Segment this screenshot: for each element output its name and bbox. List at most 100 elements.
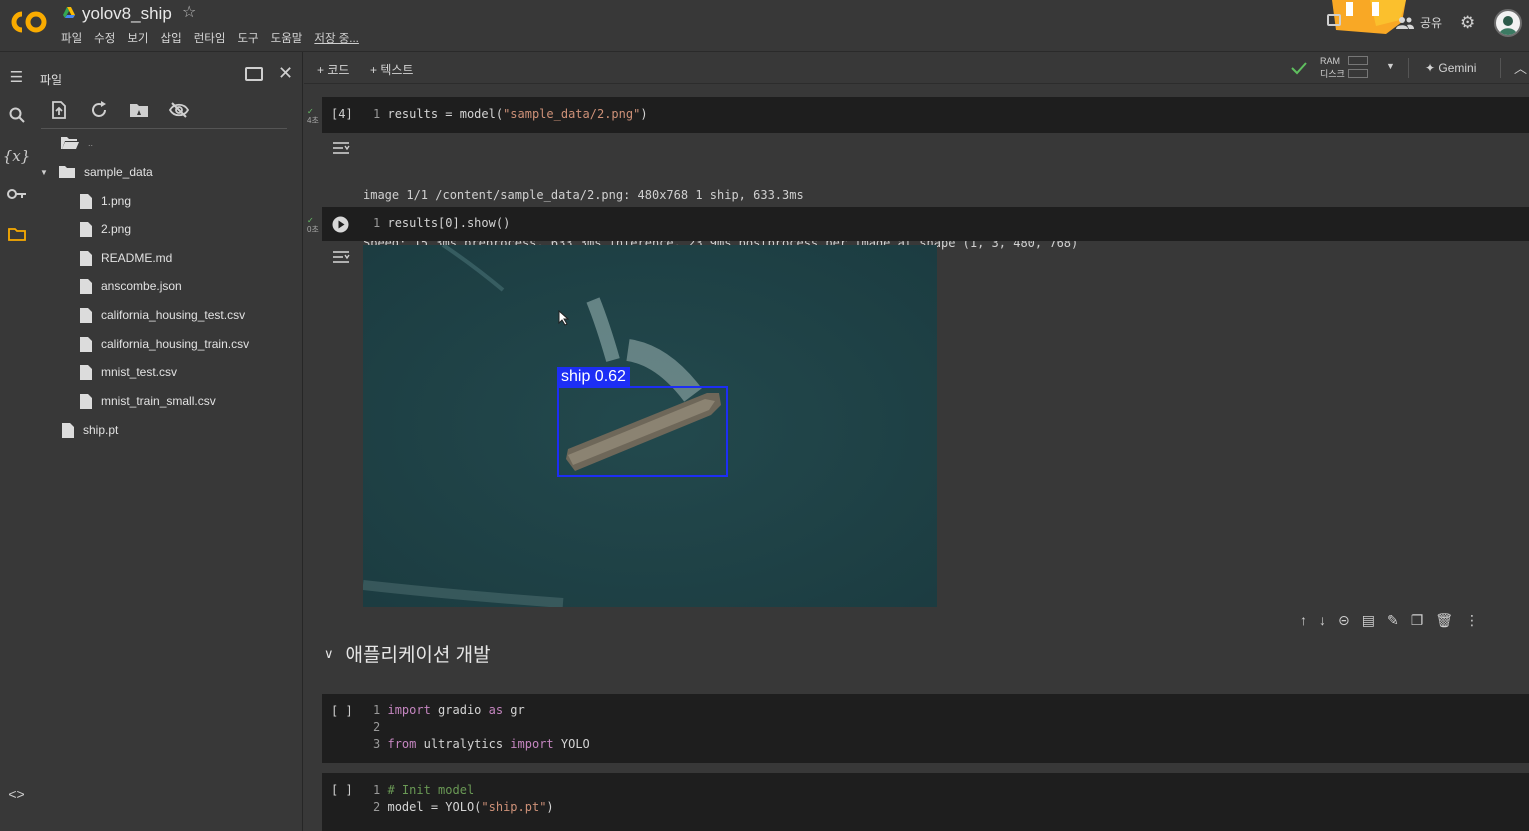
toc-icon[interactable]: ☰ (0, 68, 33, 86)
code-line[interactable]: 2 (373, 719, 380, 736)
tree-label: ship.pt (83, 423, 119, 437)
run-status: ✓ 4초 (307, 107, 319, 125)
code-keyword: from (387, 737, 417, 751)
line-number: 1 (373, 783, 381, 797)
hide-files-icon[interactable] (169, 100, 189, 120)
gear-icon[interactable]: ⚙ (1460, 13, 1475, 33)
avatar[interactable] (1494, 9, 1522, 37)
comments-icon[interactable] (1327, 14, 1341, 26)
menu-help[interactable]: 도움말 (271, 30, 303, 46)
line-number: 1 (373, 107, 381, 121)
tree-file[interactable]: california_housing_test.csv (79, 305, 245, 325)
tree-label: mnist_test.csv (101, 365, 178, 379)
code-text: ) (640, 107, 648, 121)
menu-file[interactable]: 파일 (61, 30, 82, 46)
tree-file[interactable]: README.md (79, 248, 172, 268)
code-cell[interactable]: 1 results[0].show() (322, 207, 1529, 241)
comment-icon[interactable]: ▤ (1362, 612, 1375, 629)
more-icon[interactable]: ⋮ (1465, 612, 1479, 629)
code-cell[interactable]: [ ] 1 # Init model 2 model = YOLO("ship.… (322, 773, 1529, 831)
tree-file[interactable]: 2.png (79, 219, 131, 239)
menu-tools[interactable]: 도구 (237, 30, 258, 46)
tree-parent-dir[interactable]: .. (60, 133, 93, 153)
add-text-button[interactable]: + 텍스트 (370, 61, 413, 78)
folder-icon[interactable] (0, 227, 33, 245)
search-icon[interactable] (0, 107, 33, 127)
line-number: 2 (373, 720, 381, 734)
runtime-dropdown-icon[interactable]: ▼ (1386, 61, 1395, 71)
side-rail: ☰ {x} (0, 52, 33, 831)
edit-icon[interactable]: ✎ (1387, 612, 1399, 629)
share-button[interactable]: 공유 (1396, 14, 1442, 31)
notebook-toolbar: + 코드 + 텍스트 RAM 디스크 ▼ ✦ Gemini ︿ (304, 52, 1529, 84)
divider (1500, 58, 1501, 78)
variables-icon[interactable]: {x} (0, 147, 33, 165)
saving-status[interactable]: 저장 중... (314, 30, 359, 46)
tree-label: .. (88, 138, 94, 148)
code-line[interactable]: 1 results = model("sample_data/2.png") (373, 106, 648, 123)
file-panel: 파일 ✕ .. ▼ sample_data 1.png 2.png README… (33, 52, 303, 831)
collapse-icon[interactable]: ︿ (1514, 58, 1527, 77)
chevron-down-icon[interactable]: ∨ (324, 646, 334, 662)
menu-runtime[interactable]: 런타임 (194, 30, 226, 46)
upload-icon[interactable] (49, 100, 69, 120)
output-toggle-icon[interactable] (332, 141, 350, 155)
mount-drive-icon[interactable] (129, 100, 149, 120)
colab-logo[interactable] (8, 8, 50, 36)
section-title: 애플리케이션 개발 (345, 645, 491, 666)
tree-file[interactable]: anscombe.json (79, 276, 182, 296)
star-icon[interactable]: ☆ (182, 2, 196, 22)
tree-file[interactable]: mnist_test.csv (79, 362, 177, 382)
code-cell[interactable]: [4] 1 results = model("sample_data/2.png… (322, 97, 1529, 133)
run-cell-icon[interactable] (332, 216, 349, 233)
link-icon[interactable]: ⊝ (1338, 612, 1350, 629)
copy-icon[interactable]: ❐ (1411, 612, 1424, 629)
code-line[interactable]: 3 from ultralytics import YOLO (373, 736, 590, 753)
file-toolbar (49, 100, 189, 120)
section-header[interactable]: ∨ 애플리케이션 개발 (324, 640, 491, 667)
move-down-icon[interactable]: ↓ (1319, 612, 1326, 629)
file-icon (80, 393, 92, 409)
code-string: "sample_data/2.png" (503, 107, 641, 121)
open-in-tab-icon[interactable] (245, 67, 263, 81)
gemini-button[interactable]: ✦ Gemini (1425, 61, 1476, 75)
code-line[interactable]: 1 # Init model (373, 782, 474, 799)
code-text: gr (503, 703, 525, 717)
tree-file-ship-pt[interactable]: ship.pt (61, 420, 118, 440)
line-number: 2 (373, 800, 381, 814)
code-text: gradio (430, 703, 489, 717)
refresh-icon[interactable] (89, 100, 109, 120)
resource-monitor[interactable]: RAM 디스크 (1320, 55, 1345, 81)
move-up-icon[interactable]: ↑ (1300, 612, 1307, 629)
detection-result-image: ship 0.62 (363, 245, 937, 607)
share-label: 공유 (1420, 16, 1443, 30)
menu-view[interactable]: 보기 (127, 30, 148, 46)
tree-file[interactable]: california_housing_train.csv (79, 334, 249, 354)
execution-count[interactable]: [ ] (331, 783, 353, 797)
notebook-title[interactable]: yolov8_ship (82, 4, 172, 24)
tree-label: README.md (101, 251, 173, 265)
delete-icon[interactable]: 🗑 (1435, 612, 1453, 629)
menu-insert[interactable]: 삽입 (161, 30, 182, 46)
code-cell[interactable]: [ ] 1 import gradio as gr 2 3 from ultra… (322, 694, 1529, 763)
menu-edit[interactable]: 수정 (94, 30, 115, 46)
code-line[interactable]: 1 import gradio as gr (373, 702, 525, 719)
tree-label: mnist_train_small.csv (101, 394, 216, 408)
code-snippets-icon[interactable]: <> (0, 786, 33, 802)
code-text: results[0].show() (387, 216, 511, 230)
code-line[interactable]: 2 model = YOLO("ship.pt") (373, 799, 554, 816)
tree-file[interactable]: mnist_train_small.csv (79, 391, 216, 411)
code-line[interactable]: 1 results[0].show() (373, 215, 510, 232)
execution-count[interactable]: [4] (331, 107, 353, 121)
close-icon[interactable]: ✕ (278, 63, 293, 84)
add-code-button[interactable]: + 코드 (317, 61, 349, 78)
tree-folder-sample-data[interactable]: ▼ sample_data (40, 162, 153, 182)
file-panel-title: 파일 (40, 73, 63, 87)
disk-bar (1348, 69, 1368, 78)
tree-file[interactable]: 1.png (79, 191, 131, 211)
key-icon[interactable] (0, 187, 33, 204)
output-toggle-icon[interactable] (332, 250, 350, 264)
execution-count[interactable]: [ ] (331, 704, 353, 718)
cell-actions-toolbar: ↑ ↓ ⊝ ▤ ✎ ❐ 🗑 ⋮ (1300, 612, 1479, 629)
caret-down-icon[interactable]: ▼ (40, 168, 50, 177)
